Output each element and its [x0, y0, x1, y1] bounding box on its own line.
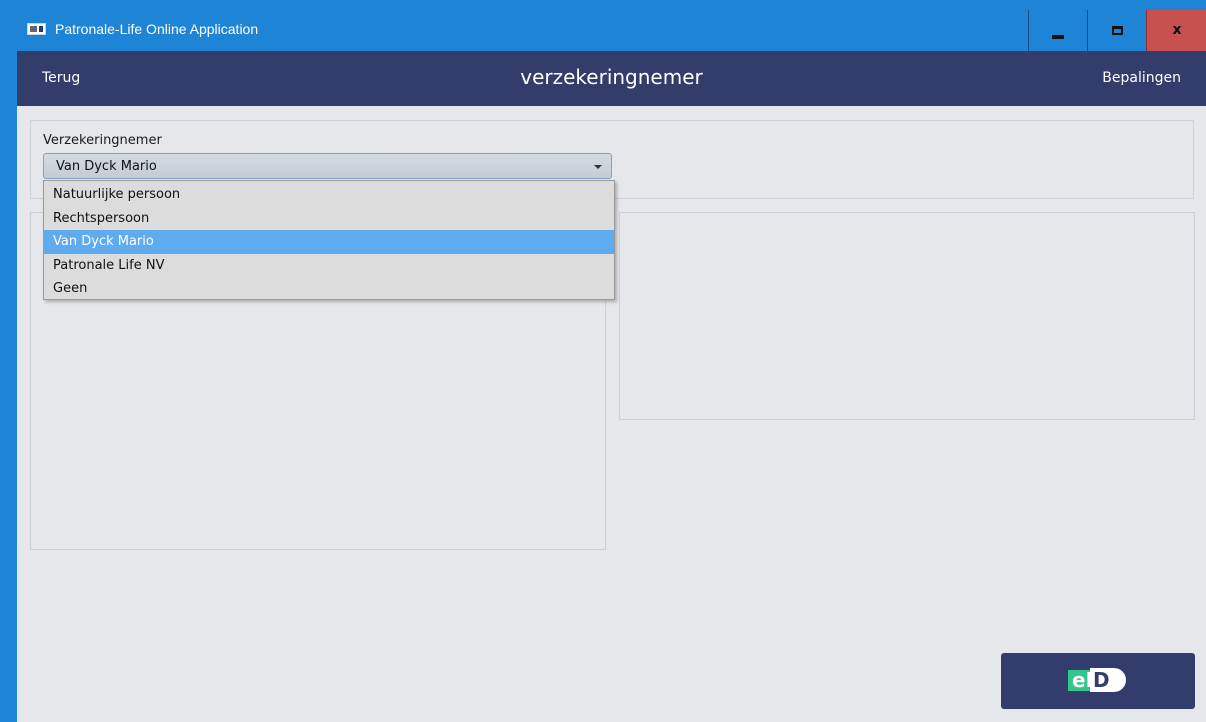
dropdown-option-patronale-life-nv[interactable]: Patronale Life NV	[44, 254, 614, 278]
close-icon: x	[1172, 22, 1182, 38]
dropdown-option-van-dyck-mario[interactable]: Van Dyck Mario	[44, 230, 614, 254]
chevron-down-icon[interactable]	[594, 165, 602, 169]
app-header: Terug verzekeringnemer Bepalingen	[17, 51, 1206, 106]
policyholder-dropdown-list: Natuurlijke persoon Rechtspersoon Van Dy…	[43, 180, 615, 300]
provisions-button[interactable]: Bepalingen	[1102, 70, 1181, 86]
content-area: Verzekeringnemer Van Dyck Mario Natuurli…	[17, 106, 1206, 722]
dropdown-option-none[interactable]: Geen	[44, 277, 614, 301]
maximize-icon	[1112, 26, 1123, 35]
policyholder-selected-value: Van Dyck Mario	[56, 159, 157, 174]
window-left-border	[0, 51, 17, 722]
title-bar[interactable]: Patronale-Life Online Application x	[0, 0, 1206, 51]
minimize-button[interactable]	[1028, 10, 1087, 51]
app-window-icon	[27, 23, 46, 35]
application-window: Patronale-Life Online Application x Teru…	[0, 0, 1206, 722]
eid-button[interactable]: eID	[1001, 653, 1195, 709]
window-title: Patronale-Life Online Application	[55, 21, 259, 37]
dropdown-option-natural-person[interactable]: Natuurlijke persoon	[44, 183, 614, 207]
policyholder-combobox[interactable]: Van Dyck Mario	[43, 153, 612, 179]
policyholder-label: Verzekeringnemer	[43, 133, 162, 148]
minimize-icon	[1052, 35, 1064, 39]
eid-logo-icon: eID	[1068, 668, 1130, 692]
dropdown-option-legal-person[interactable]: Rechtspersoon	[44, 207, 614, 231]
close-button[interactable]: x	[1146, 10, 1206, 51]
eid-logo-text: eID	[1072, 668, 1110, 692]
page-title: verzekeringnemer	[520, 65, 703, 89]
maximize-button[interactable]	[1087, 10, 1146, 51]
right-details-panel	[619, 212, 1195, 420]
